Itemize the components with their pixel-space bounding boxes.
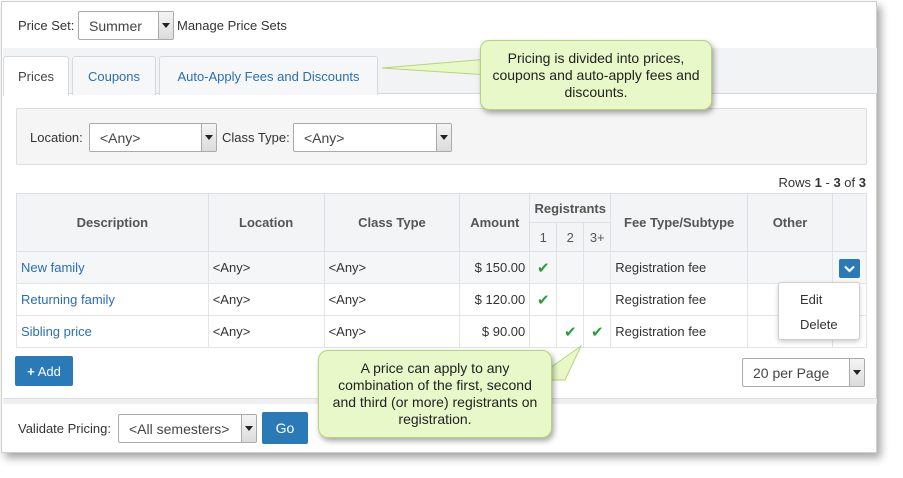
registrant-2-check-icon bbox=[556, 251, 585, 284]
price-description-link[interactable]: Returning family bbox=[16, 283, 209, 316]
rows-info: Rows 1 - 3 of 3 bbox=[779, 175, 866, 190]
registrant-1-check-icon: ✔ bbox=[529, 283, 558, 316]
manage-price-sets-link[interactable]: Manage Price Sets bbox=[177, 18, 287, 33]
registrant-2-check-icon bbox=[556, 283, 585, 316]
header-class-type[interactable]: Class Type bbox=[323, 193, 461, 252]
chevron-down-icon bbox=[849, 359, 864, 386]
class-type-label: Class Type: bbox=[222, 130, 290, 145]
menu-item-edit[interactable]: Edit bbox=[800, 292, 822, 307]
price-description-link[interactable]: Sibling price bbox=[16, 315, 209, 348]
chevron-down-icon bbox=[241, 415, 256, 442]
price-description-link[interactable]: New family bbox=[16, 251, 209, 284]
validate-pricing-label: Validate Pricing: bbox=[18, 421, 111, 436]
price-fee-type: Registration fee bbox=[610, 283, 749, 316]
semester-select[interactable]: <All semesters> bbox=[118, 414, 257, 443]
header-fee-type[interactable]: Fee Type/Subtype bbox=[610, 193, 749, 252]
rows-dash: - bbox=[821, 175, 834, 190]
header-registrant-1: 1 bbox=[529, 222, 558, 252]
header-registrant-3: 3+ bbox=[583, 222, 612, 252]
row-actions-button[interactable] bbox=[839, 259, 860, 278]
price-amount: $ 90.00 bbox=[459, 315, 531, 348]
tab-prices[interactable]: Prices bbox=[3, 56, 69, 96]
chevron-down-icon bbox=[201, 124, 216, 151]
plus-icon: + bbox=[27, 363, 35, 379]
menu-item-delete[interactable]: Delete bbox=[800, 317, 838, 332]
price-class-type: <Any> bbox=[323, 251, 461, 284]
chevron-down-icon bbox=[158, 12, 173, 39]
add-price-button[interactable]: + Add bbox=[15, 356, 73, 386]
table-row: New family <Any> <Any> $ 150.00 ✔ Regist… bbox=[16, 251, 868, 284]
price-location: <Any> bbox=[207, 251, 325, 284]
price-class-type: <Any> bbox=[323, 315, 461, 348]
location-select[interactable]: <Any> bbox=[89, 123, 217, 152]
price-other bbox=[747, 251, 833, 284]
header-registrant-2: 2 bbox=[556, 222, 585, 252]
callout-top-pointer bbox=[381, 58, 489, 76]
add-button-label: Add bbox=[37, 363, 61, 379]
header-location[interactable]: Location bbox=[207, 193, 325, 252]
price-fee-type: Registration fee bbox=[610, 315, 749, 348]
per-page-value: 20 per Page bbox=[753, 364, 830, 381]
price-location: <Any> bbox=[207, 283, 325, 316]
price-set-value: Summer bbox=[89, 17, 142, 34]
per-page-select[interactable]: 20 per Page bbox=[742, 358, 865, 387]
rows-end: 3 bbox=[833, 175, 841, 190]
location-value: <Any> bbox=[100, 129, 141, 146]
prices-table: Description Location Class Type Amount R… bbox=[16, 193, 868, 348]
registrant-3-check-icon bbox=[583, 251, 612, 284]
price-fee-type: Registration fee bbox=[610, 251, 749, 284]
class-type-value: <Any> bbox=[304, 129, 345, 146]
chevron-down-icon bbox=[436, 124, 451, 151]
table-row: Returning family <Any> <Any> $ 120.00 ✔ … bbox=[16, 283, 868, 316]
rows-start: 1 bbox=[814, 175, 822, 190]
header-description[interactable]: Description bbox=[16, 193, 209, 252]
location-label: Location: bbox=[30, 130, 83, 145]
registrant-3-check-icon bbox=[583, 283, 612, 316]
price-location: <Any> bbox=[207, 315, 325, 348]
registrant-1-check-icon: ✔ bbox=[529, 251, 558, 284]
callout-pricing-divided: Pricing is divided into prices, coupons … bbox=[480, 40, 712, 110]
header-actions bbox=[831, 193, 868, 252]
filter-box: Location: <Any> Class Type: <Any> bbox=[16, 108, 867, 165]
rows-of: of bbox=[840, 175, 859, 190]
registrant-3-check-icon: ✔ bbox=[583, 315, 612, 348]
rows-prefix: Rows bbox=[778, 175, 815, 190]
header-other: Other bbox=[747, 193, 833, 252]
price-class-type: <Any> bbox=[323, 283, 461, 316]
price-amount: $ 150.00 bbox=[459, 251, 531, 284]
header-registrants: Registrants bbox=[529, 193, 612, 223]
chevron-down-icon bbox=[844, 265, 855, 273]
class-type-select[interactable]: <Any> bbox=[293, 123, 452, 152]
row-actions-menu: Edit Delete bbox=[778, 282, 860, 340]
semester-value: <All semesters> bbox=[129, 420, 230, 437]
callout-registrants: A price can apply to any combination of … bbox=[318, 350, 552, 438]
go-button[interactable]: Go bbox=[262, 412, 308, 444]
header-amount[interactable]: Amount bbox=[459, 193, 531, 252]
price-set-label: Price Set: bbox=[18, 18, 75, 33]
tab-coupons[interactable]: Coupons bbox=[72, 56, 156, 95]
price-amount: $ 120.00 bbox=[459, 283, 531, 316]
rows-total: 3 bbox=[858, 175, 866, 190]
table-row: Sibling price <Any> <Any> $ 90.00 ✔ ✔ Re… bbox=[16, 315, 868, 348]
tab-auto-apply[interactable]: Auto-Apply Fees and Discounts bbox=[159, 56, 378, 95]
price-set-select[interactable]: Summer bbox=[78, 11, 174, 40]
